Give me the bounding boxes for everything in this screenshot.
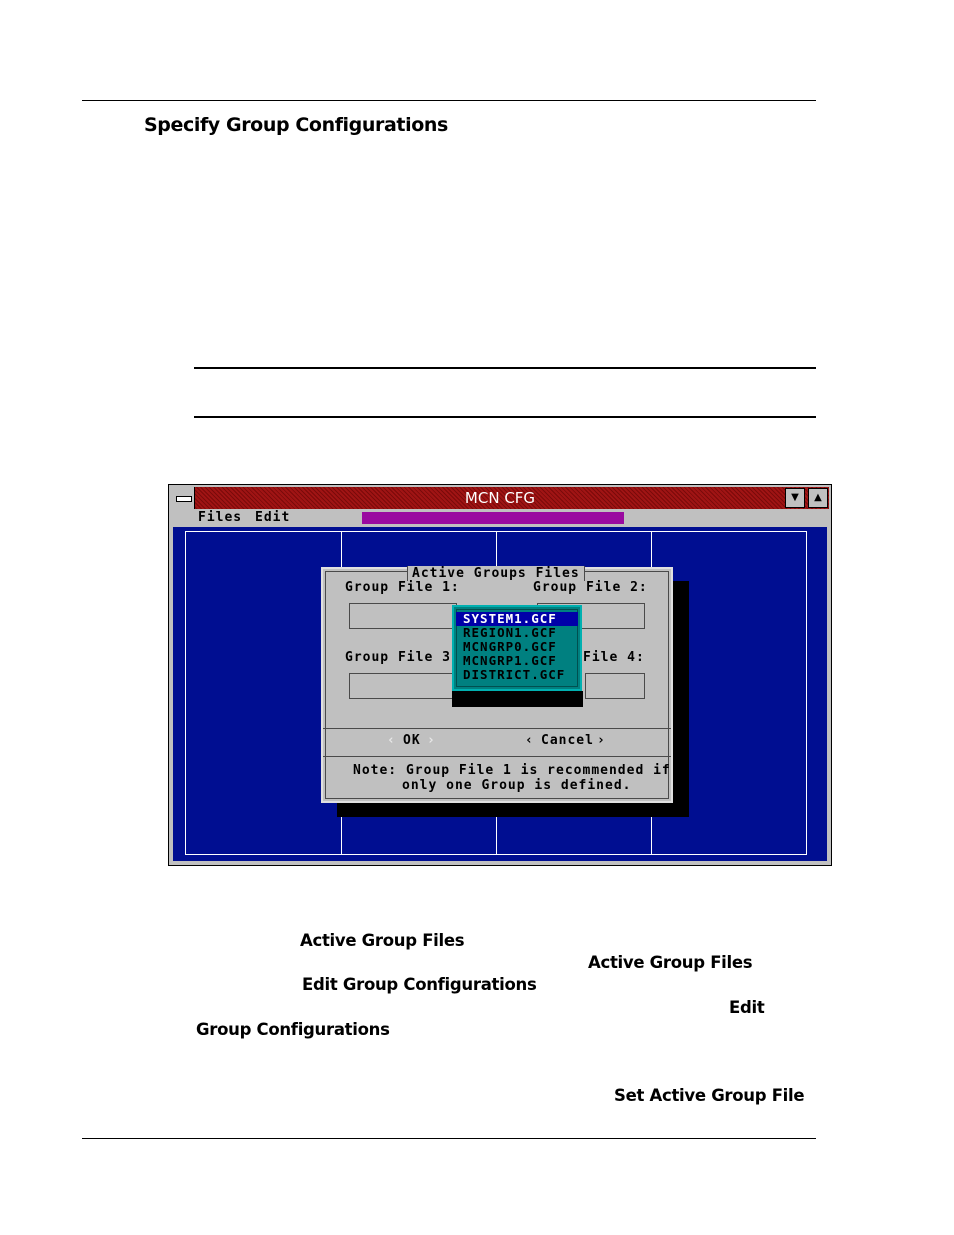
group-file-list[interactable]: SYSTEM1.GCF REGION1.GCF MCNGRP0.GCF MCNG… — [452, 605, 582, 691]
group-file-3-label: Group File 3: — [345, 650, 460, 665]
ok-left-arrow: ‹ — [387, 733, 396, 748]
note-line-1: Note: Group File 1 is recommended if — [353, 763, 671, 778]
bottom-rule — [82, 1138, 816, 1139]
list-item[interactable]: MCNGRP1.GCF — [456, 654, 578, 668]
dialog-shadow-right — [673, 581, 689, 817]
file-list-shadow-bottom — [452, 691, 583, 707]
note-rule-top — [194, 367, 816, 369]
ref-edit: Edit — [729, 998, 765, 1017]
menu-highlight-bar — [362, 512, 624, 524]
list-item[interactable]: MCNGRP0.GCF — [456, 640, 578, 654]
top-rule — [82, 100, 816, 101]
note-rule-bottom — [194, 416, 816, 418]
list-item[interactable]: DISTRICT.GCF — [456, 668, 578, 682]
list-item[interactable]: SYSTEM1.GCF — [456, 612, 578, 626]
menu-files[interactable]: Files — [198, 510, 242, 525]
window-title: MCN CFG — [464, 489, 536, 507]
mcn-cfg-window: MCN CFG ▼ ▲ Files Edit Active Groups Fil… — [168, 484, 832, 866]
dialog-separator-2 — [323, 756, 671, 757]
note-line-2: only one Group is defined. — [402, 778, 632, 793]
ref-active-group-files-2: Active Group Files — [588, 953, 753, 972]
menu-bar: Files Edit — [173, 510, 827, 526]
group-file-4-field[interactable] — [585, 673, 645, 699]
group-file-4-label: File 4: — [583, 650, 645, 665]
dialog-shadow-bottom — [337, 803, 689, 817]
ref-active-group-files-1: Active Group Files — [300, 931, 465, 950]
group-file-2-label: Group File 2: — [533, 580, 648, 595]
cancel-label: Cancel — [541, 733, 594, 748]
ref-edit-group-configurations: Edit Group Configurations — [302, 975, 537, 994]
title-bar: MCN CFG ▼ ▲ — [171, 487, 829, 509]
maximize-button[interactable]: ▲ — [808, 488, 828, 508]
dialog-title: Active Groups Files — [407, 566, 585, 581]
cancel-left-arrow: ‹ — [525, 733, 534, 748]
menu-edit[interactable]: Edit — [255, 510, 290, 525]
group-file-1-field[interactable] — [349, 603, 457, 629]
minimize-button[interactable]: ▼ — [785, 488, 805, 508]
client-area: Active Groups Files Group File 1: Group … — [173, 527, 827, 861]
ok-right-arrow: › — [427, 733, 436, 748]
group-file-1-label: Group File 1: — [345, 580, 460, 595]
dialog-separator-1 — [323, 728, 671, 729]
group-file-3-field[interactable] — [349, 673, 457, 699]
ok-button[interactable]: ‹ OK › — [383, 733, 443, 751]
section-heading: Specify Group Configurations — [144, 114, 448, 136]
ref-group-configurations: Group Configurations — [196, 1020, 390, 1039]
down-triangle-icon: ▼ — [791, 492, 799, 503]
ref-set-active-group-file: Set Active Group File — [614, 1086, 805, 1105]
cancel-right-arrow: › — [597, 733, 606, 748]
list-item[interactable]: REGION1.GCF — [456, 626, 578, 640]
cancel-button[interactable]: ‹ Cancel › — [521, 733, 621, 751]
up-triangle-icon: ▲ — [814, 492, 822, 503]
ok-label: OK — [403, 733, 421, 748]
